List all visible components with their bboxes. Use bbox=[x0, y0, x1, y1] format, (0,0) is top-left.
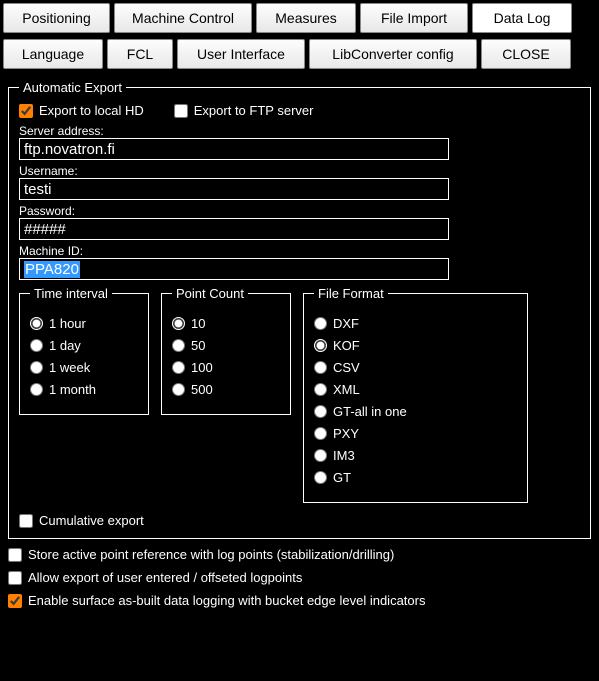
enable-surface-label: Enable surface as-built data logging wit… bbox=[28, 593, 425, 608]
username-input[interactable]: testi bbox=[19, 178, 449, 200]
time-1week-label: 1 week bbox=[49, 360, 90, 375]
machine-id-input[interactable]: PPA820 bbox=[19, 258, 449, 280]
allow-export-user-checkbox[interactable] bbox=[8, 571, 22, 585]
format-xml-label: XML bbox=[333, 382, 360, 397]
point-10-radio[interactable] bbox=[172, 317, 185, 330]
machine-id-label: Machine ID: bbox=[19, 244, 580, 258]
time-1day-label: 1 day bbox=[49, 338, 81, 353]
time-1month-radio[interactable] bbox=[30, 383, 43, 396]
format-xml-radio[interactable] bbox=[314, 383, 327, 396]
point-500-radio[interactable] bbox=[172, 383, 185, 396]
tab-libconverter[interactable]: LibConverter config bbox=[309, 39, 477, 69]
time-1week-radio[interactable] bbox=[30, 361, 43, 374]
format-gtall-label: GT-all in one bbox=[333, 404, 407, 419]
tab-row-2: Language FCL User Interface LibConverter… bbox=[0, 36, 599, 72]
format-csv-label: CSV bbox=[333, 360, 360, 375]
point-count-group: Point Count 10 50 100 500 bbox=[161, 286, 291, 415]
format-pxy-label: PXY bbox=[333, 426, 359, 441]
format-kof-radio[interactable] bbox=[314, 339, 327, 352]
automatic-export-group: Automatic Export Export to local HD Expo… bbox=[8, 80, 591, 539]
format-dxf-label: DXF bbox=[333, 316, 359, 331]
format-im3-radio[interactable] bbox=[314, 449, 327, 462]
tab-measures[interactable]: Measures bbox=[256, 3, 356, 33]
format-gt-label: GT bbox=[333, 470, 351, 485]
cumulative-export-label: Cumulative export bbox=[39, 513, 144, 528]
server-address-label: Server address: bbox=[19, 124, 580, 138]
server-address-input[interactable]: ftp.novatron.fi bbox=[19, 138, 449, 160]
format-gt-radio[interactable] bbox=[314, 471, 327, 484]
point-500-label: 500 bbox=[191, 382, 213, 397]
file-format-legend: File Format bbox=[314, 286, 388, 301]
tab-positioning[interactable]: Positioning bbox=[3, 3, 110, 33]
format-dxf-radio[interactable] bbox=[314, 317, 327, 330]
enable-surface-checkbox[interactable] bbox=[8, 594, 22, 608]
time-1month-label: 1 month bbox=[49, 382, 96, 397]
export-ftp-checkbox[interactable] bbox=[174, 104, 188, 118]
export-local-hd-checkbox[interactable] bbox=[19, 104, 33, 118]
tab-close[interactable]: CLOSE bbox=[481, 39, 571, 69]
time-interval-group: Time interval 1 hour 1 day 1 week 1 mont… bbox=[19, 286, 149, 415]
export-ftp-label: Export to FTP server bbox=[194, 103, 314, 118]
allow-export-user-label: Allow export of user entered / offseted … bbox=[28, 570, 302, 585]
time-1hour-radio[interactable] bbox=[30, 317, 43, 330]
point-10-label: 10 bbox=[191, 316, 205, 331]
point-50-label: 50 bbox=[191, 338, 205, 353]
format-gtall-radio[interactable] bbox=[314, 405, 327, 418]
format-csv-radio[interactable] bbox=[314, 361, 327, 374]
export-local-hd-label: Export to local HD bbox=[39, 103, 144, 118]
tab-user-interface[interactable]: User Interface bbox=[177, 39, 305, 69]
store-active-point-label: Store active point reference with log po… bbox=[28, 547, 394, 562]
password-input[interactable]: ##### bbox=[19, 218, 449, 240]
store-active-point-checkbox[interactable] bbox=[8, 548, 22, 562]
format-kof-label: KOF bbox=[333, 338, 360, 353]
tab-machine-control[interactable]: Machine Control bbox=[114, 3, 252, 33]
automatic-export-legend: Automatic Export bbox=[19, 80, 126, 95]
password-label: Password: bbox=[19, 204, 580, 218]
time-interval-legend: Time interval bbox=[30, 286, 112, 301]
tab-file-import[interactable]: File Import bbox=[360, 3, 468, 33]
point-100-label: 100 bbox=[191, 360, 213, 375]
username-label: Username: bbox=[19, 164, 580, 178]
format-pxy-radio[interactable] bbox=[314, 427, 327, 440]
point-100-radio[interactable] bbox=[172, 361, 185, 374]
time-1hour-label: 1 hour bbox=[49, 316, 86, 331]
tab-fcl[interactable]: FCL bbox=[107, 39, 173, 69]
file-format-group: File Format DXF KOF CSV XML GT-all in on… bbox=[303, 286, 528, 503]
tab-row-1: Positioning Machine Control Measures Fil… bbox=[0, 0, 599, 36]
cumulative-export-checkbox[interactable] bbox=[19, 514, 33, 528]
tab-language[interactable]: Language bbox=[3, 39, 103, 69]
time-1day-radio[interactable] bbox=[30, 339, 43, 352]
format-im3-label: IM3 bbox=[333, 448, 355, 463]
tab-data-log[interactable]: Data Log bbox=[472, 3, 572, 33]
point-50-radio[interactable] bbox=[172, 339, 185, 352]
point-count-legend: Point Count bbox=[172, 286, 248, 301]
